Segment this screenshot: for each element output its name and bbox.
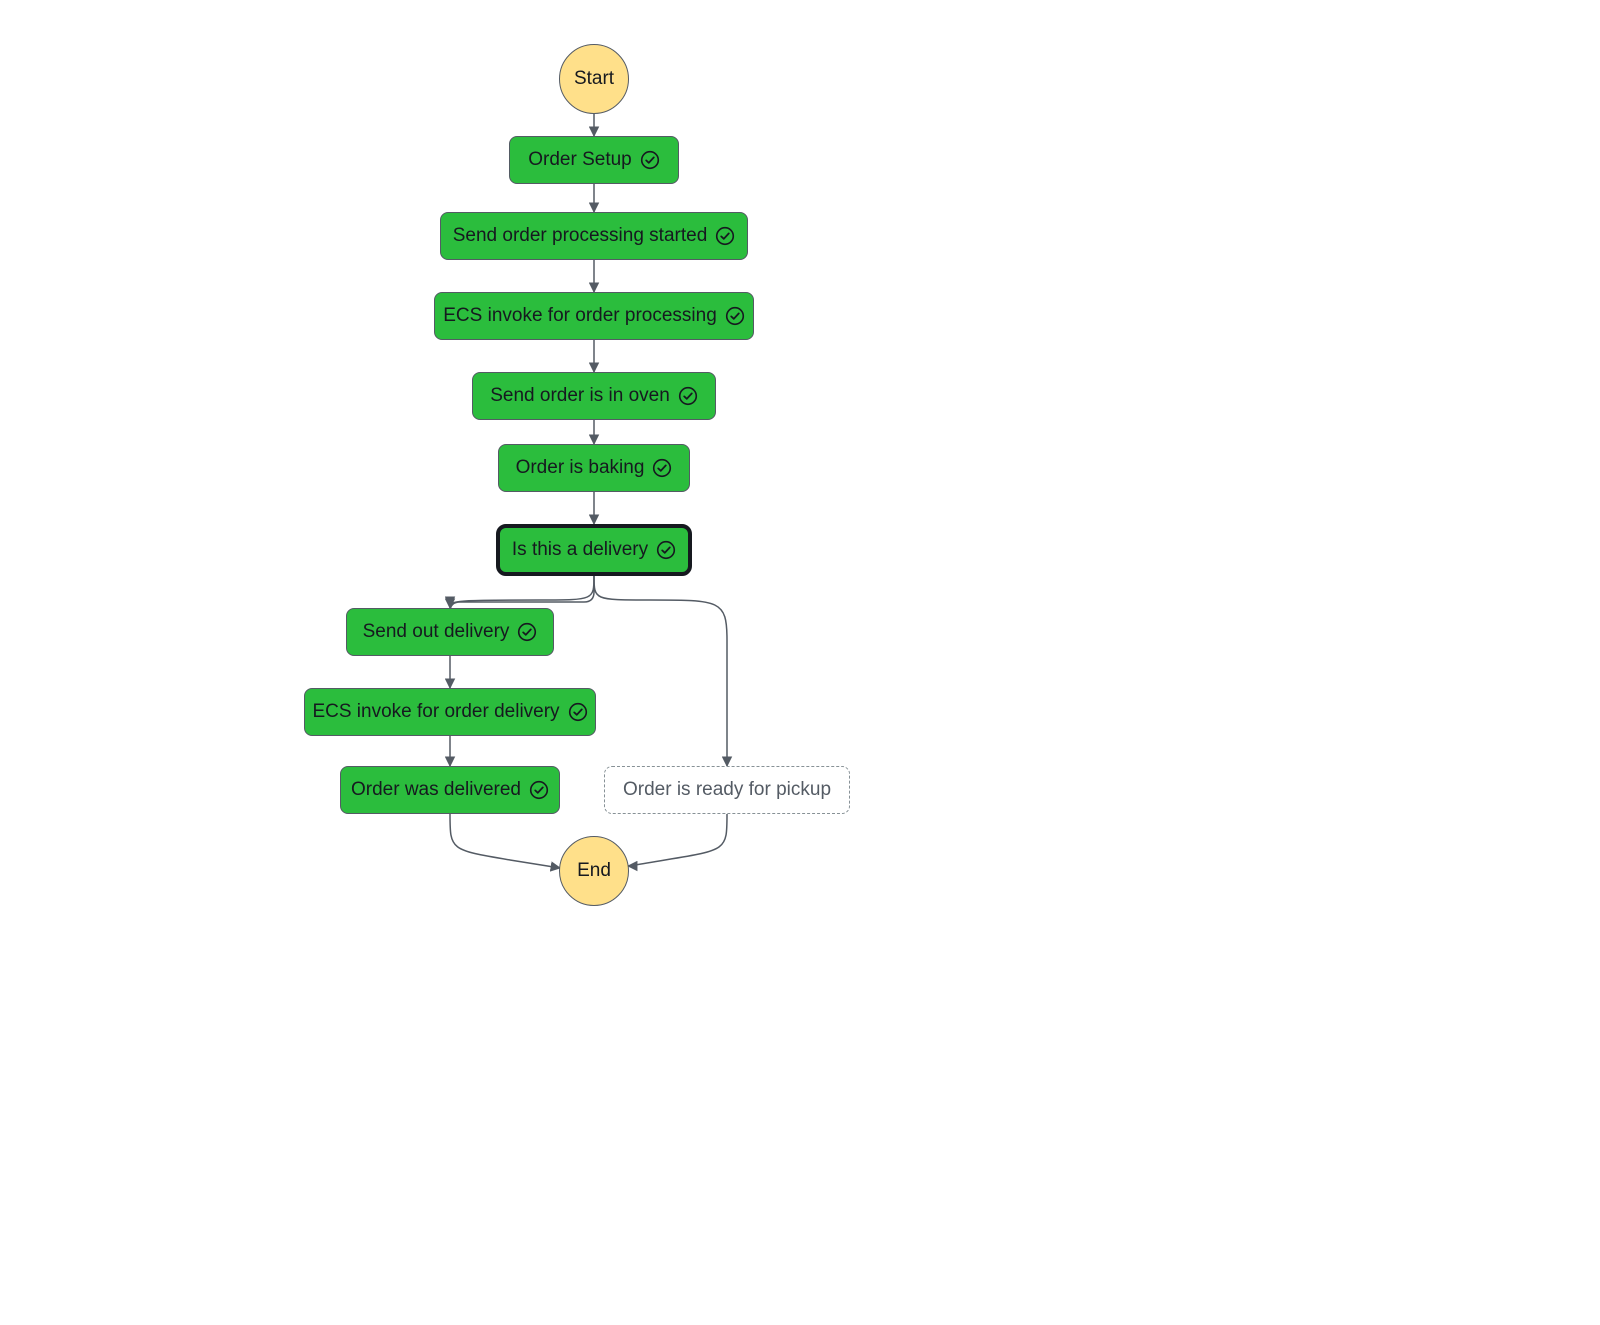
- node-label: Is this a delivery: [512, 539, 648, 561]
- check-circle-icon: [656, 540, 676, 560]
- start-node[interactable]: Start: [559, 44, 629, 114]
- check-circle-icon: [715, 226, 735, 246]
- node-label: Send out delivery: [363, 621, 510, 643]
- check-circle-icon: [725, 306, 745, 326]
- step-order-setup[interactable]: Order Setup: [509, 136, 679, 184]
- node-label: Start: [574, 68, 614, 90]
- node-label: Order is baking: [516, 457, 645, 479]
- check-circle-icon: [678, 386, 698, 406]
- step-ecs-processing[interactable]: ECS invoke for order processing: [434, 292, 754, 340]
- step-send-out-delivery[interactable]: Send out delivery: [346, 608, 554, 656]
- check-circle-icon: [652, 458, 672, 478]
- node-label: ECS invoke for order delivery: [312, 701, 559, 723]
- check-circle-icon: [517, 622, 537, 642]
- end-node[interactable]: End: [559, 836, 629, 906]
- check-circle-icon: [529, 780, 549, 800]
- check-circle-icon: [568, 702, 588, 722]
- node-label: Send order is in oven: [490, 385, 670, 407]
- node-label: Order was delivered: [351, 779, 521, 801]
- node-label: End: [577, 860, 611, 882]
- step-send-processing-started[interactable]: Send order processing started: [440, 212, 748, 260]
- node-label: Send order processing started: [453, 225, 708, 247]
- step-order-baking[interactable]: Order is baking: [498, 444, 690, 492]
- step-order-delivered[interactable]: Order was delivered: [340, 766, 560, 814]
- step-order-pickup[interactable]: Order is ready for pickup: [604, 766, 850, 814]
- node-label: Order is ready for pickup: [623, 779, 831, 801]
- node-label: ECS invoke for order processing: [443, 305, 717, 327]
- flowchart-canvas: Start Order Setup Send order processing …: [0, 0, 1600, 1325]
- step-send-in-oven[interactable]: Send order is in oven: [472, 372, 716, 420]
- edge-layer: [0, 0, 1600, 1325]
- check-circle-icon: [640, 150, 660, 170]
- step-ecs-delivery[interactable]: ECS invoke for order delivery: [304, 688, 596, 736]
- node-label: Order Setup: [528, 149, 632, 171]
- step-is-delivery[interactable]: Is this a delivery: [496, 524, 692, 576]
